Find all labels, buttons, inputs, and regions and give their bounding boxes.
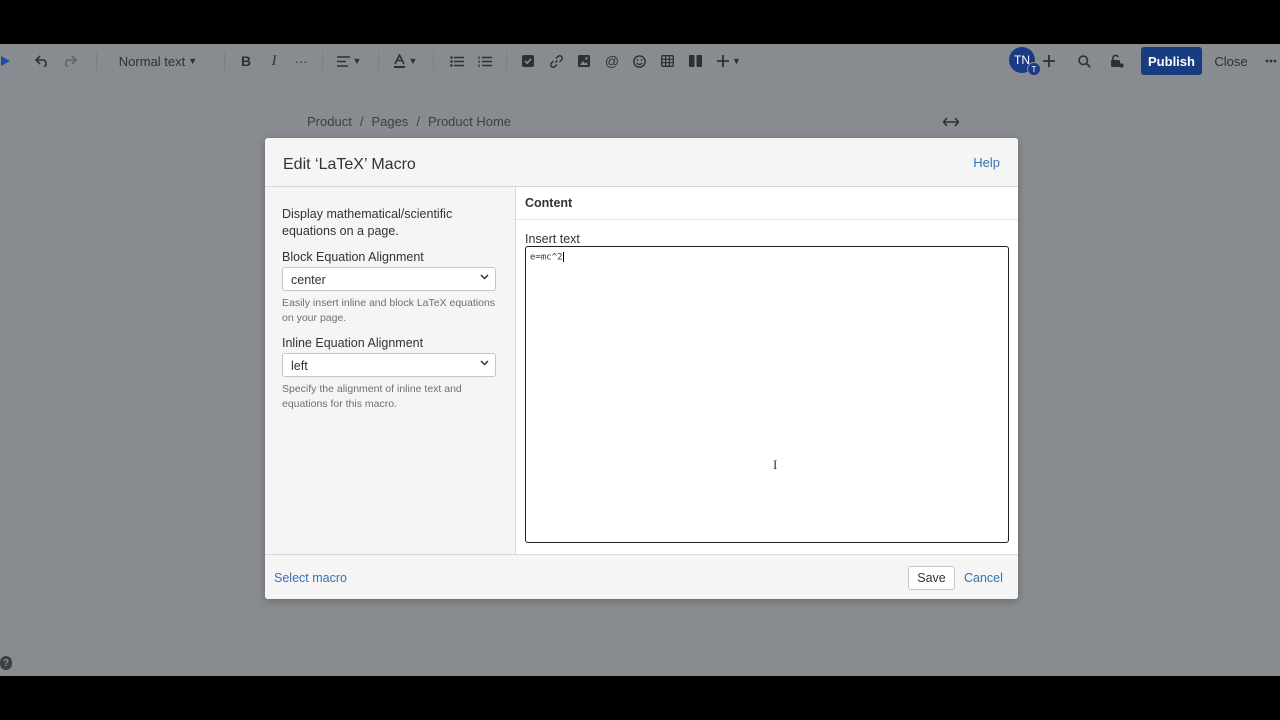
text-caret [562, 252, 564, 262]
invite-plus-icon[interactable] [1039, 44, 1059, 78]
inline-alignment-select[interactable]: left [282, 353, 496, 377]
task-checkbox-icon[interactable] [518, 44, 538, 78]
block-alignment-select[interactable]: center [282, 267, 496, 291]
macro-parameters-pane: Display mathematical/scientific equation… [265, 187, 515, 554]
toolbar-divider [224, 52, 225, 70]
redo-icon[interactable] [60, 44, 80, 78]
dialog-footer: Select macro Save Cancel [265, 554, 1018, 599]
breadcrumb-separator: / [359, 114, 364, 129]
publish-button[interactable]: Publish [1141, 47, 1202, 75]
insert-text-label: Insert text [525, 232, 580, 246]
more-formatting-button[interactable]: ··· [291, 44, 311, 78]
macro-description: Display mathematical/scientific equation… [282, 207, 453, 238]
align-left-icon [336, 55, 350, 67]
link-icon[interactable] [546, 44, 566, 78]
expand-width-icon[interactable] [942, 114, 960, 130]
cancel-button[interactable]: Cancel [964, 571, 1003, 585]
latex-input-value: e=mc^2 [530, 252, 563, 263]
breadcrumb: Product / Pages / Product Home [307, 114, 511, 129]
chevron-down-icon [480, 272, 489, 284]
undo-icon[interactable] [32, 44, 52, 78]
dialog-title: Edit ‘LaTeX’ Macro [283, 156, 416, 173]
dialog-header: Edit ‘LaTeX’ Macro Help [265, 138, 1018, 187]
text-cursor-icon: I [773, 457, 778, 472]
select-macro-link[interactable]: Select macro [274, 571, 347, 585]
bullet-list-icon[interactable] [447, 44, 467, 78]
alignment-dropdown[interactable]: ▼ [334, 44, 364, 78]
toolbar-divider [433, 52, 434, 70]
layouts-icon[interactable] [685, 44, 705, 78]
insert-more-dropdown[interactable]: ▼ [714, 44, 744, 78]
help-link[interactable]: Help [973, 155, 1000, 170]
text-style-label: Normal text [118, 53, 186, 69]
tab-content-label: Content [525, 196, 573, 210]
plus-icon [717, 55, 730, 67]
italic-button[interactable]: I [264, 44, 284, 78]
inline-alignment-hint: Specify the alignment of inline text and… [282, 383, 462, 410]
mention-button[interactable]: @ [602, 44, 622, 78]
toolbar-divider [378, 52, 379, 70]
restrictions-lock-icon[interactable] [1106, 44, 1128, 78]
tab-content[interactable]: Content [516, 187, 1018, 220]
chevron-down-icon: ▼ [732, 56, 741, 66]
latex-text-input[interactable]: e=mc^2 [525, 246, 1009, 543]
editor-frame: Normal text ▼ B I ··· ▼ ▼ @ ▼ TN T Publi… [0, 44, 1280, 676]
toolbar-divider [506, 52, 507, 70]
bold-button[interactable]: B [236, 44, 256, 78]
chevron-down-icon: ▼ [408, 56, 418, 66]
image-icon[interactable] [574, 44, 594, 78]
save-button[interactable]: Save [908, 566, 955, 590]
breadcrumb-item-pages[interactable]: Pages [371, 114, 408, 129]
edit-macro-dialog: Edit ‘LaTeX’ Macro Help Display mathemat… [265, 138, 1018, 599]
breadcrumb-separator: / [416, 114, 420, 129]
help-question-icon[interactable]: ? [0, 656, 12, 670]
confluence-logo-icon[interactable] [0, 44, 12, 78]
text-color-dropdown[interactable]: ▼ [390, 44, 420, 78]
numbered-list-icon[interactable] [475, 44, 495, 78]
more-actions-icon[interactable] [1262, 44, 1280, 78]
macro-content-pane: Content Insert text e=mc^2 I [515, 187, 1018, 554]
close-button[interactable]: Close [1210, 47, 1252, 75]
breadcrumb-item-product-home[interactable]: Product Home [428, 114, 511, 129]
block-alignment-label: Block Equation Alignment [282, 250, 424, 264]
toolbar-divider [96, 52, 97, 70]
emoji-icon[interactable] [629, 44, 649, 78]
breadcrumb-item-product[interactable]: Product [307, 114, 352, 129]
chevron-down-icon: ▼ [188, 56, 198, 66]
block-alignment-value: center [291, 273, 326, 287]
text-color-icon [393, 54, 406, 68]
block-alignment-hint: Easily insert inline and block LaTeX equ… [282, 297, 496, 324]
search-icon[interactable] [1074, 44, 1094, 78]
chevron-down-icon: ▼ [352, 56, 362, 66]
editor-toolbar: Normal text ▼ B I ··· ▼ ▼ @ ▼ TN T Publi… [0, 44, 1280, 78]
inline-alignment-value: left [291, 359, 308, 373]
text-style-dropdown[interactable]: Normal text ▼ [110, 44, 206, 78]
table-icon[interactable] [657, 44, 677, 78]
inline-alignment-label: Inline Equation Alignment [282, 336, 424, 350]
toolbar-divider [322, 52, 323, 70]
chevron-down-icon [480, 358, 489, 370]
